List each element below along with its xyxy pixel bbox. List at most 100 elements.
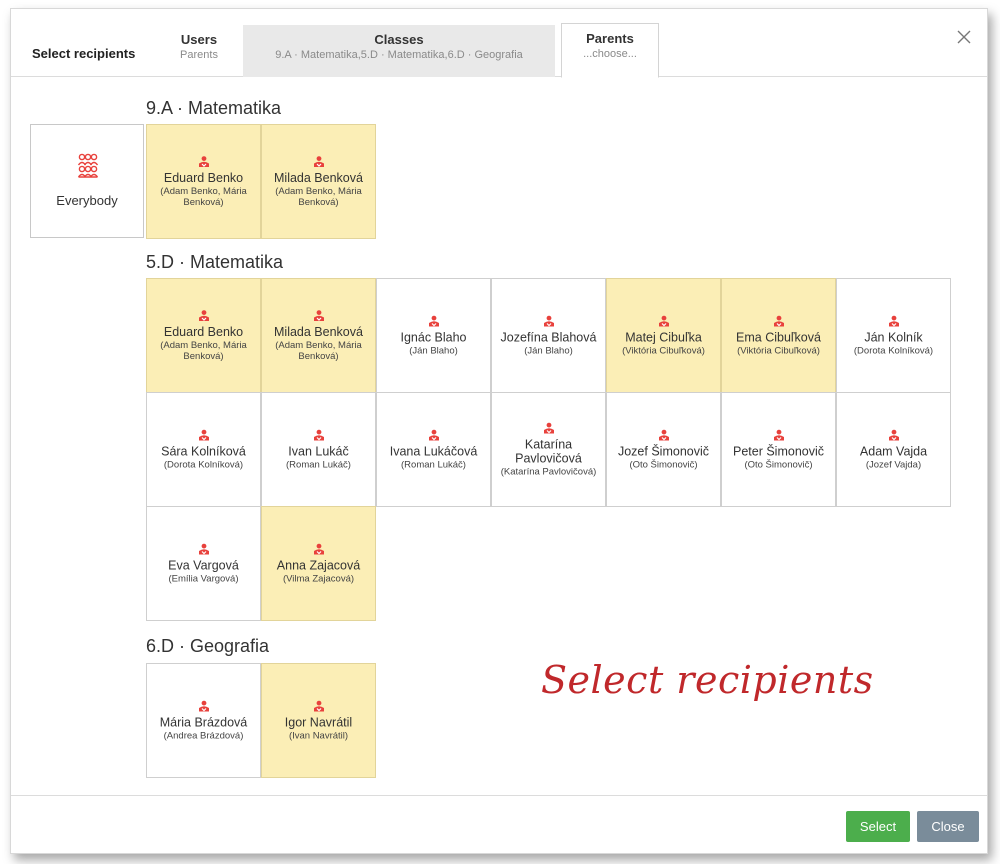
student-card-content: Sára Kolníková (Dorota Kolníková) [151,429,256,470]
student-card-content: Eva Vargová (Emília Vargová) [151,543,256,584]
student-card[interactable]: Ivana Lukáčová (Roman Lukáč) [376,392,491,507]
tab-parents-subtitle: ...choose... [583,48,637,60]
student-card-content: Eduard Benko (Adam Benko, Mária Benková) [151,155,256,208]
select-recipients-dialog: Select recipients Users Parents Classes … [10,8,988,854]
student-card-content: Ema Cibuľková (Viktória Cibuľková) [726,315,831,356]
tab-classes[interactable]: Classes 9.A · Matematika,5.D · Matematik… [243,25,555,77]
tab-classes-subtitle: 9.A · Matematika,5.D · Matematika,6.D · … [275,49,523,61]
parent-names: (Ján Blaho) [524,345,573,356]
student-download-icon [198,429,209,440]
student-name: Jozef Šimonovič [617,444,709,458]
student-card[interactable]: Igor Navrátil (Ivan Navrátil) [261,663,376,778]
student-card[interactable]: Jozefína Blahová (Ján Blaho) [491,278,606,393]
student-card[interactable]: Eduard Benko (Adam Benko, Mária Benková) [146,278,261,393]
section-title-5d: 5.D · Matematika [146,252,284,272]
student-download-icon [198,700,209,711]
student-card-content: Adam Vajda (Jozef Vajda) [841,429,946,470]
everybody-label: Everybody [56,193,118,208]
group-people-icon [77,153,99,178]
dialog-content: 9.A · Matematika Everybody Eduard Benko(… [11,78,987,796]
student-download-icon [888,429,899,440]
student-card-content: Milada Benková (Adam Benko, Mária Benková… [266,309,371,362]
parent-names: (Adam Benko, Mária Benková) [275,339,362,362]
student-download-icon [313,543,324,554]
tab-parents[interactable]: Parents ...choose... [561,23,659,78]
parent-names: (Oto Šimonovič) [744,459,813,470]
tab-users-subtitle: Parents [180,49,218,61]
student-download-icon [888,315,899,326]
parent-names: (Dorota Kolníková) [163,459,244,470]
student-card[interactable]: Jozef Šimonovič (Oto Šimonovič) [606,392,721,507]
student-card-content: Ivana Lukáčová (Roman Lukáč) [381,429,486,470]
student-name: Mária Brázdová [159,715,248,729]
student-name: Milada Benková [274,324,363,339]
student-card-content: Eduard Benko (Adam Benko, Mária Benková) [151,309,256,362]
parent-names: (Emília Vargová) [168,573,239,584]
student-card[interactable]: Peter Šimonovič (Oto Šimonovič) [721,392,836,507]
student-name: Katarína Pavlovičová [515,437,582,465]
student-card-content: Ján Kolník (Dorota Kolníková) [841,315,946,356]
section-title-6d: 6.D · Geografia [146,636,270,656]
student-card[interactable]: Sára Kolníková (Dorota Kolníková) [146,392,261,507]
tab-parents-title: Parents [586,31,634,46]
tab-classes-title: Classes [374,32,424,47]
student-name: Ivan Lukáč [288,444,349,458]
student-name: Matej Cibuľka [625,330,702,344]
student-download-icon [773,429,784,440]
student-card[interactable]: Eva Vargová (Emília Vargová) [146,506,261,621]
parent-names: (Jozef Vajda) [865,459,922,470]
parent-names: (Adam Benko, Mária Benková) [160,185,247,208]
student-download-icon [428,315,439,326]
student-card-content: Ivan Lukáč (Roman Lukáč) [266,429,371,470]
select-button[interactable]: Select [846,811,910,842]
student-name: Anna Zajacová [276,558,361,572]
tab-users[interactable]: Users Parents [161,25,237,77]
dialog-header: Select recipients Users Parents Classes … [11,9,987,78]
student-card[interactable]: Matej Cibuľka (Viktória Cibuľková) [606,278,721,393]
dialog-title: Select recipients [32,46,136,61]
parent-names: (Roman Lukáč) [286,459,351,470]
student-card-content: Katarína Pavlovičová (Katarína Pavlovičov… [496,422,601,477]
student-card[interactable]: Eduard Benko (Adam Benko, Mária Benková) [146,124,261,239]
student-card[interactable]: Anna Zajacová (Vilma Zajacová) [261,506,376,621]
student-card[interactable]: Ema Cibuľková (Viktória Cibuľková) [721,278,836,393]
student-name: Eduard Benko [163,324,244,339]
student-download-icon [313,700,324,711]
tab-users-title: Users [180,32,218,47]
close-button[interactable]: Close [917,811,979,842]
parent-names: (Oto Šimonovič) [629,459,698,470]
student-card[interactable]: Adam Vajda (Jozef Vajda) [836,392,951,507]
student-download-icon [198,155,209,167]
student-card[interactable]: Ján Kolník (Dorota Kolníková) [836,278,951,393]
student-card[interactable]: Milada Benková (Adam Benko, Mária Benková… [261,278,376,393]
student-card[interactable]: Mária Brázdová (Andrea Brázdová) [146,663,261,778]
close-icon[interactable] [955,28,973,46]
parent-names: (Ivan Navrátil) [288,730,349,741]
parent-names: (Adam Benko, Mária Benková) [160,339,247,362]
parent-names: (Viktória Cibuľková) [737,345,820,356]
student-card[interactable]: Ignác Blaho (Ján Blaho) [376,278,491,393]
student-name: Sára Kolníková [161,444,246,458]
student-card[interactable]: Katarína Pavlovičová (Katarína Pavlovičov… [491,392,606,507]
annotation-text: Select recipients [541,658,874,702]
student-download-icon [313,429,324,440]
student-name: Ivana Lukáčová [389,444,478,458]
dialog-footer: Select Close [11,795,987,853]
student-download-icon [773,315,784,326]
student-name: Ema Cibuľková [736,330,821,344]
parent-names: (Adam Benko, Mária Benková) [275,185,362,208]
student-card[interactable]: Ivan Lukáč (Roman Lukáč) [261,392,376,507]
everybody-card[interactable]: Everybody [30,124,144,238]
student-name: Peter Šimonovič [732,444,824,458]
section-grid-5d: Eduard Benko (Adam Benko, Mária Benková) M… [146,278,951,621]
student-download-icon [658,315,669,326]
student-card[interactable]: Milada Benková (Adam Benko, Mária Benková… [261,124,376,239]
student-card-content: Milada Benková (Adam Benko, Mária Benková… [266,155,371,208]
section-title-9a: 9.A · Matematika [146,98,282,118]
student-card-content: Matej Cibuľka (Viktória Cibuľková) [611,315,716,356]
student-download-icon [543,315,554,326]
parent-names: (Ján Blaho) [409,345,458,356]
student-card-content: Anna Zajacová (Vilma Zajacová) [266,543,371,584]
student-download-icon [198,309,209,321]
student-card-content: Jozefína Blahová (Ján Blaho) [496,315,601,356]
